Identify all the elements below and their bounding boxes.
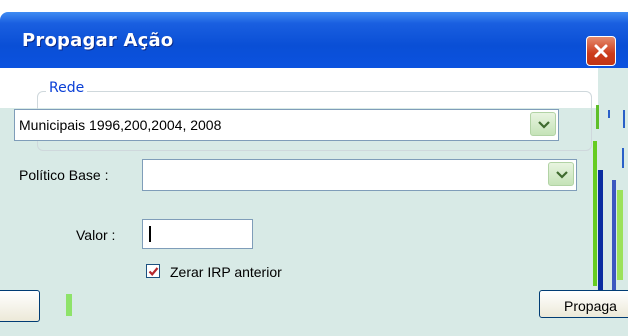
propagar-button-label: Propaga	[564, 298, 617, 314]
rede-select-value: Municipais 1996,200,2004, 2008	[19, 117, 222, 133]
checkmark-icon	[148, 267, 159, 276]
close-button[interactable]	[586, 36, 616, 66]
side-fragment	[598, 170, 603, 290]
zerar-irp-label: Zerar IRP anterior	[170, 264, 282, 280]
chevron-down-icon	[538, 121, 550, 129]
side-fragment	[66, 294, 72, 316]
side-fragment	[622, 148, 624, 168]
politico-dropdown-button[interactable]	[548, 162, 574, 186]
rede-select[interactable]: Municipais 1996,200,2004, 2008	[14, 109, 559, 141]
rede-group-legend: Rede	[46, 80, 88, 96]
side-fragment	[612, 180, 616, 290]
close-icon	[594, 44, 608, 58]
side-fragment	[608, 110, 610, 118]
zerar-irp-checkbox[interactable]	[146, 264, 160, 278]
politico-base-label: Político Base :	[19, 167, 109, 183]
side-fragment	[593, 141, 597, 286]
propagar-button[interactable]: Propaga	[539, 290, 628, 318]
side-fragment	[617, 190, 623, 280]
side-fragment	[596, 105, 599, 129]
valor-input[interactable]	[142, 219, 253, 249]
valor-label: Valor :	[76, 227, 116, 243]
side-fragment	[623, 110, 625, 128]
rede-dropdown-button[interactable]	[530, 112, 556, 136]
window-title: Propagar Ação	[22, 30, 174, 51]
text-caret	[149, 226, 151, 242]
left-button[interactable]	[0, 290, 40, 322]
propagar-acao-dialog: Propagar Ação Rede Municipais 1996,200,2…	[0, 0, 628, 336]
politico-base-select[interactable]	[142, 159, 577, 191]
chevron-down-icon	[556, 171, 568, 179]
title-bar[interactable]: Propagar Ação	[0, 12, 628, 68]
